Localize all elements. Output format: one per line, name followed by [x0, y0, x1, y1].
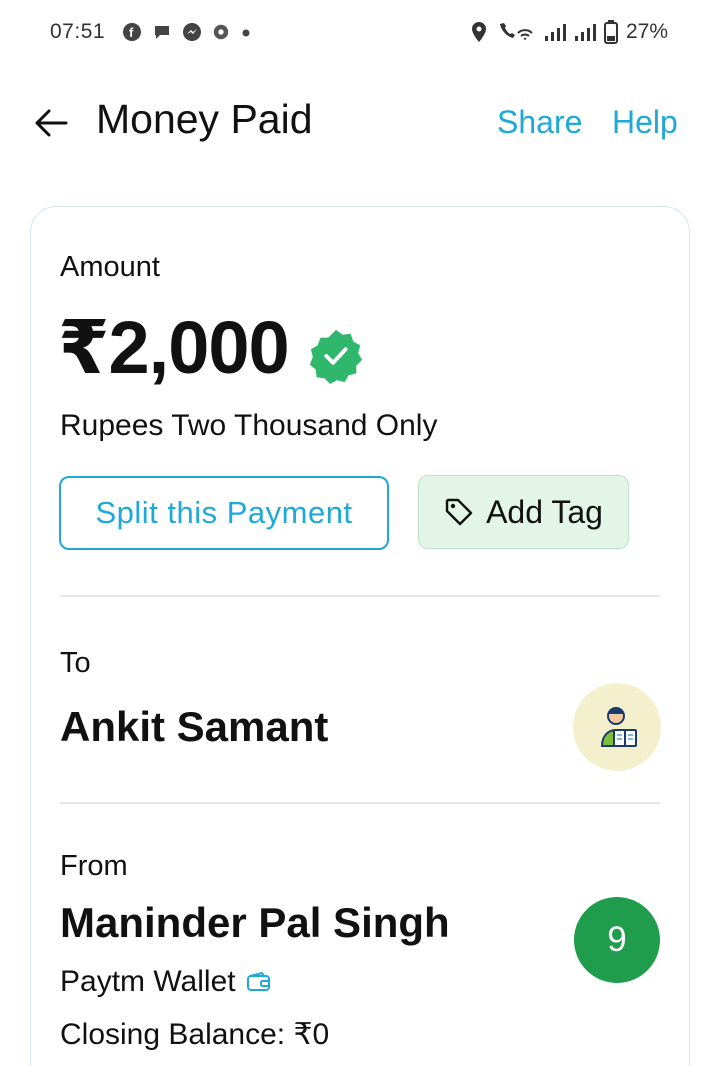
battery-percent: 27% — [625, 20, 668, 43]
verified-badge-icon — [309, 329, 363, 385]
recipient-avatar[interactable] — [573, 683, 661, 771]
to-label: To — [60, 647, 91, 679]
sender-avatar[interactable]: 9 — [574, 897, 660, 983]
wallet-label: Paytm Wallet — [60, 965, 236, 998]
svg-text:f: f — [129, 25, 134, 40]
split-payment-button[interactable]: Split this Payment — [59, 476, 389, 550]
amount-in-words: Rupees Two Thousand Only — [60, 409, 438, 442]
amount-label: Amount — [60, 251, 160, 283]
closing-balance: Closing Balance: ₹0 — [60, 1018, 330, 1051]
payment-details-card: Amount ₹2,000 Rupees Two Thousand Only S… — [30, 206, 690, 1066]
help-button[interactable]: Help — [612, 104, 678, 141]
share-button[interactable]: Share — [497, 104, 582, 141]
app-icon — [213, 24, 229, 40]
notification-icons: f — [122, 22, 252, 42]
status-bar: 07:51 f 27% — [0, 0, 706, 68]
amount-value: ₹2,000 — [58, 306, 290, 389]
back-button[interactable] — [32, 104, 70, 142]
person-reading-icon — [600, 707, 637, 747]
system-icons: 27% — [470, 20, 668, 44]
payment-source: Paytm Wallet — [60, 965, 272, 999]
tag-icon — [445, 498, 473, 526]
sender-name: Maninder Pal Singh — [60, 899, 450, 946]
add-tag-button[interactable]: Add Tag — [418, 475, 629, 549]
recipient-name: Ankit Samant — [60, 703, 329, 750]
page-title: Money Paid — [96, 96, 313, 142]
wifi-call-icon — [499, 23, 533, 40]
battery-icon — [603, 20, 618, 44]
wallet-icon — [246, 971, 270, 991]
split-payment-label: Split this Payment — [95, 495, 353, 530]
divider — [60, 595, 660, 597]
facebook-icon: f — [123, 23, 141, 41]
status-time: 07:51 — [50, 20, 106, 43]
arrow-left-icon — [35, 109, 68, 137]
app-header: Money Paid Share Help — [0, 88, 706, 158]
divider — [60, 802, 660, 804]
dot-icon — [242, 29, 250, 37]
chat-icon — [155, 26, 169, 39]
messenger-icon — [183, 23, 201, 41]
signal-icon-2 — [574, 24, 596, 41]
from-label: From — [60, 850, 128, 882]
location-icon — [471, 22, 486, 42]
add-tag-label: Add Tag — [486, 493, 603, 530]
signal-icon — [544, 24, 566, 41]
